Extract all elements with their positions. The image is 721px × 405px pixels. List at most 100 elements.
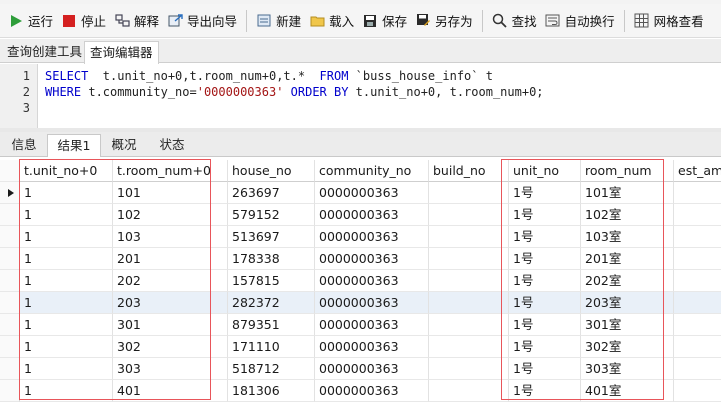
col-room-num-cell[interactable]: 203室 (581, 292, 674, 314)
col-unit-no-plus-0-cell[interactable]: 1 (20, 292, 113, 314)
export-wizard-button[interactable]: 导出向导 (163, 8, 241, 34)
load-button[interactable]: 载入 (305, 8, 358, 34)
col-room-num-header[interactable]: room_num (581, 160, 674, 182)
table-row[interactable]: 1 101 263697 0000000363 1号 101室 (0, 182, 721, 204)
col-est-amount-cell[interactable] (674, 292, 721, 314)
col-community-no-cell[interactable]: 0000000363 (315, 336, 429, 358)
col-est-amount-cell[interactable] (674, 248, 721, 270)
save-button[interactable]: 保存 (358, 8, 411, 34)
col-unit-no-cell[interactable]: 1号 (509, 292, 581, 314)
table-row[interactable]: 1 301 879351 0000000363 1号 301室 (0, 314, 721, 336)
col-est-amount-cell[interactable] (674, 380, 721, 402)
col-room-num-cell[interactable]: 401室 (581, 380, 674, 402)
code-line-1[interactable]: SELECT t.unit_no+0,t.room_num+0,t.* FROM… (45, 68, 493, 84)
col-room-num-plus-0-cell[interactable]: 102 (113, 204, 228, 226)
col-room-num-plus-0-cell[interactable]: 303 (113, 358, 228, 380)
code-line-2[interactable]: WHERE t.community_no='0000000363' ORDER … (45, 84, 544, 100)
col-build-no-cell[interactable] (429, 336, 509, 358)
col-house-no-cell[interactable]: 171110 (228, 336, 315, 358)
col-room-num-plus-0-cell[interactable]: 302 (113, 336, 228, 358)
col-room-num-plus-0-header[interactable]: t.room_num+0 (113, 160, 228, 182)
row-header[interactable] (0, 292, 20, 314)
col-house-no-cell[interactable]: 518712 (228, 358, 315, 380)
col-unit-no-plus-0-cell[interactable]: 1 (20, 314, 113, 336)
col-unit-no-cell[interactable]: 1号 (509, 270, 581, 292)
sql-editor[interactable]: 1 2 3 SELECT t.unit_no+0,t.room_num+0,t.… (0, 64, 721, 128)
grid-view-button[interactable]: 网格查看 (630, 8, 708, 34)
col-build-no-cell[interactable] (429, 226, 509, 248)
col-room-num-cell[interactable]: 302室 (581, 336, 674, 358)
col-unit-no-plus-0-cell[interactable]: 1 (20, 270, 113, 292)
col-build-no-cell[interactable] (429, 314, 509, 336)
col-unit-no-cell[interactable]: 1号 (509, 182, 581, 204)
col-room-num-plus-0-cell[interactable]: 101 (113, 182, 228, 204)
col-est-amount-cell[interactable] (674, 314, 721, 336)
col-unit-no-cell[interactable]: 1号 (509, 248, 581, 270)
tab-status[interactable]: 状态 (149, 134, 195, 156)
col-community-no-cell[interactable]: 0000000363 (315, 182, 429, 204)
col-unit-no-cell[interactable]: 1号 (509, 314, 581, 336)
find-button[interactable]: 查找 (488, 8, 541, 34)
row-header[interactable] (0, 248, 20, 270)
table-row[interactable]: 1 401 181306 0000000363 1号 401室 (0, 380, 721, 402)
row-header[interactable] (0, 336, 20, 358)
table-row[interactable]: 1 102 579152 0000000363 1号 102室 (0, 204, 721, 226)
col-est-amount-cell[interactable] (674, 226, 721, 248)
col-room-num-plus-0-cell[interactable]: 301 (113, 314, 228, 336)
col-room-num-plus-0-cell[interactable]: 201 (113, 248, 228, 270)
col-est-amount-cell[interactable] (674, 358, 721, 380)
tab-profile[interactable]: 概况 (101, 134, 147, 156)
col-room-num-cell[interactable]: 201室 (581, 248, 674, 270)
col-build-no-cell[interactable] (429, 358, 509, 380)
col-est-amount-cell[interactable] (674, 270, 721, 292)
col-unit-no-cell[interactable]: 1号 (509, 358, 581, 380)
col-est-amount-header[interactable]: est_amo (674, 160, 721, 182)
col-unit-no-cell[interactable]: 1号 (509, 336, 581, 358)
col-house-no-cell[interactable]: 879351 (228, 314, 315, 336)
col-est-amount-cell[interactable] (674, 336, 721, 358)
col-unit-no-plus-0-cell[interactable]: 1 (20, 358, 113, 380)
row-header[interactable] (0, 204, 20, 226)
col-room-num-plus-0-cell[interactable]: 203 (113, 292, 228, 314)
col-build-no-cell[interactable] (429, 204, 509, 226)
table-row[interactable]: 1 103 513697 0000000363 1号 103室 (0, 226, 721, 248)
col-community-no-cell[interactable]: 0000000363 (315, 380, 429, 402)
col-community-no-cell[interactable]: 0000000363 (315, 204, 429, 226)
new-button[interactable]: 新建 (252, 8, 305, 34)
result-grid[interactable]: t.unit_no+0 t.room_num+0 house_no community… (0, 158, 721, 405)
col-house-no-cell[interactable]: 513697 (228, 226, 315, 248)
col-est-amount-cell[interactable] (674, 182, 721, 204)
col-unit-no-plus-0-cell[interactable]: 1 (20, 226, 113, 248)
col-community-no-cell[interactable]: 0000000363 (315, 248, 429, 270)
col-room-num-cell[interactable]: 303室 (581, 358, 674, 380)
table-row[interactable]: 1 303 518712 0000000363 1号 303室 (0, 358, 721, 380)
col-room-num-plus-0-cell[interactable]: 202 (113, 270, 228, 292)
col-unit-no-cell[interactable]: 1号 (509, 380, 581, 402)
col-community-no-cell[interactable]: 0000000363 (315, 314, 429, 336)
tab-query-editor[interactable]: 查询编辑器 (84, 41, 159, 64)
col-room-num-cell[interactable]: 103室 (581, 226, 674, 248)
row-header[interactable] (0, 270, 20, 292)
explain-button[interactable]: 解释 (110, 8, 163, 34)
col-unit-no-cell[interactable]: 1号 (509, 226, 581, 248)
col-room-num-plus-0-cell[interactable]: 103 (113, 226, 228, 248)
table-row[interactable]: 1 202 157815 0000000363 1号 202室 (0, 270, 721, 292)
col-house-no-cell[interactable]: 181306 (228, 380, 315, 402)
row-header[interactable] (0, 380, 20, 402)
col-unit-no-plus-0-header[interactable]: t.unit_no+0 (20, 160, 113, 182)
col-room-num-cell[interactable]: 101室 (581, 182, 674, 204)
table-row[interactable]: 1 203 282372 0000000363 1号 203室 (0, 292, 721, 314)
col-community-no-cell[interactable]: 0000000363 (315, 270, 429, 292)
col-community-no-cell[interactable]: 0000000363 (315, 358, 429, 380)
col-community-no-cell[interactable]: 0000000363 (315, 226, 429, 248)
col-build-no-cell[interactable] (429, 292, 509, 314)
run-button[interactable]: 运行 (4, 8, 57, 34)
table-row[interactable]: 1 302 171110 0000000363 1号 302室 (0, 336, 721, 358)
col-house-no-cell[interactable]: 282372 (228, 292, 315, 314)
col-unit-no-plus-0-cell[interactable]: 1 (20, 248, 113, 270)
col-build-no-cell[interactable] (429, 182, 509, 204)
col-unit-no-plus-0-cell[interactable]: 1 (20, 380, 113, 402)
col-room-num-cell[interactable]: 202室 (581, 270, 674, 292)
tab-result1[interactable]: 结果1 (47, 134, 101, 157)
col-est-amount-cell[interactable] (674, 204, 721, 226)
